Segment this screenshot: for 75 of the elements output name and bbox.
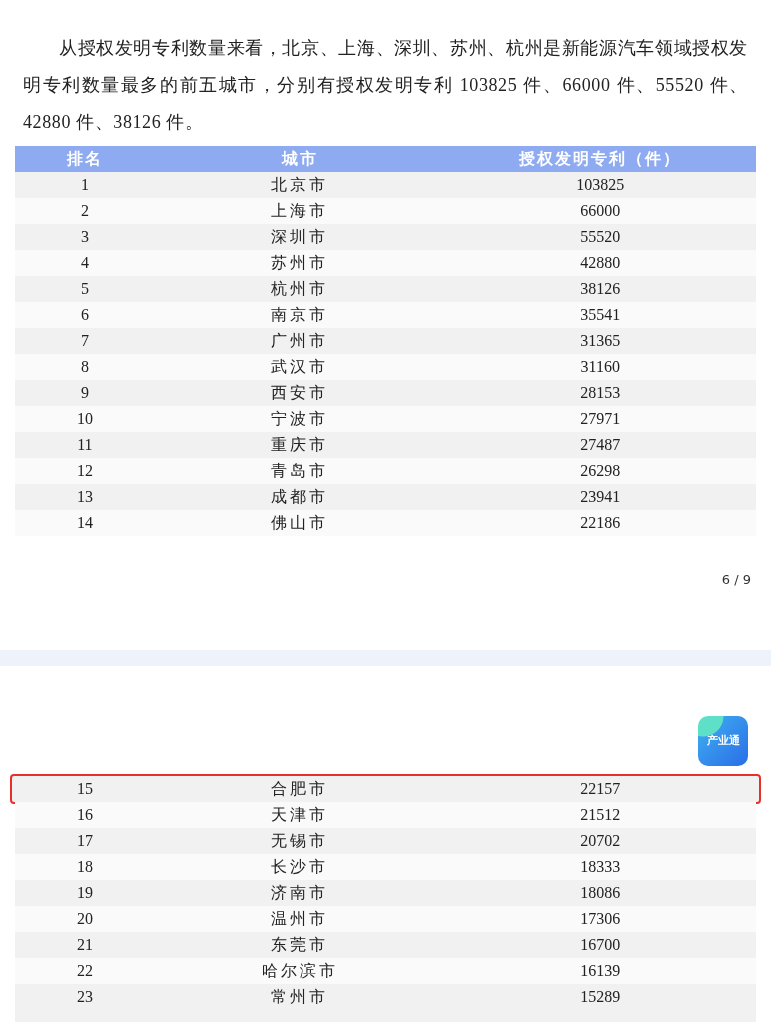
- table-cell-text: 广州市: [270, 331, 330, 351]
- table-cell-text: 10: [75, 409, 94, 429]
- table-cell-text: 66000: [579, 201, 622, 221]
- table-cell-text: 17: [75, 831, 94, 851]
- table-cell-text: 9: [79, 383, 90, 403]
- table-cell-text: 28153: [579, 383, 622, 403]
- table-cell-text: 南京市: [270, 305, 330, 325]
- table-cell-text: 22186: [579, 513, 622, 533]
- table-cell-text: 13: [75, 487, 94, 507]
- table-cell-text: 18333: [579, 857, 622, 877]
- table-cell-text: 上海市: [270, 201, 330, 221]
- table-cell-text: 35541: [579, 305, 622, 325]
- table-cell-text: 8: [79, 357, 90, 377]
- table-cell-text: 23: [75, 987, 94, 1007]
- table-cell-text: 42880: [579, 253, 622, 273]
- paragraph: 从授权发明专利数量来看，北京、上海、深圳、苏州、杭州是新能源汽车领域授权发明专利数量最多的前五城市，分别有授权发明专利 103825 件、66000 件、55520 件、42880 件、38126 件。: [22, 37, 749, 134]
- column-header: 授权发明专利（件）: [518, 149, 683, 169]
- page-number: 6 / 9: [721, 571, 751, 589]
- table-cell-text: 38126: [579, 279, 622, 299]
- table-cell-text: 1: [79, 175, 90, 195]
- table-cell-text: 常州市: [270, 987, 330, 1007]
- table-cell-text: 4: [79, 253, 90, 273]
- table-cell-text: 深圳市: [270, 227, 330, 247]
- app-logo-text: 产业通: [706, 732, 740, 749]
- table-cell-text: 3: [79, 227, 90, 247]
- table-cell-text: 长沙市: [270, 857, 330, 877]
- table-cell-text: 无锡市: [270, 831, 330, 851]
- table-cell-text: 2: [79, 201, 90, 221]
- table-cell-text: 宁波市: [270, 409, 330, 429]
- table-cell-text: 成都市: [270, 487, 330, 507]
- table-cell-text: 21512: [579, 805, 622, 825]
- table-cell-text: 北京市: [270, 175, 330, 195]
- table-cell-text: 哈尔滨市: [260, 961, 339, 981]
- table-cell-text: 23941: [579, 487, 622, 507]
- table-cell-text: 西安市: [270, 383, 330, 403]
- table-cell-text: 16700: [579, 935, 622, 955]
- table-cell-text: 苏州市: [270, 253, 330, 273]
- table-cell-text: 16: [75, 805, 94, 825]
- table-cell-text: 31160: [579, 357, 621, 377]
- table-cell-text: 21: [75, 935, 94, 955]
- table-cell-text: 20: [75, 909, 94, 929]
- table-cell-text: 重庆市: [270, 435, 330, 455]
- table-cell-text: 济南市: [270, 883, 330, 903]
- column-header: 城市: [280, 149, 319, 169]
- table-cell-text: 天津市: [270, 805, 330, 825]
- table-cell-text: 22: [75, 961, 94, 981]
- table-cell-text: 东莞市: [270, 935, 330, 955]
- table-cell-text: 12: [75, 461, 94, 481]
- table-cell-text: 18: [75, 857, 94, 877]
- table-cell-text: 温州市: [270, 909, 330, 929]
- table-cell-text: 6: [79, 305, 90, 325]
- table-cell-text: 20702: [579, 831, 622, 851]
- table-cell-text: 31365: [579, 331, 622, 351]
- table-cell-text: 55520: [579, 227, 622, 247]
- table-cell-text: 103825: [575, 175, 626, 195]
- table-cell-text: 18086: [579, 883, 622, 903]
- table-cell-text: 佛山市: [270, 513, 330, 533]
- table-cell-text: 武汉市: [270, 357, 330, 377]
- table-cell-text: 14: [75, 513, 94, 533]
- table-cell-text: 27487: [579, 435, 622, 455]
- table-cell-text: 5: [79, 279, 90, 299]
- column-header: 排名: [65, 149, 104, 169]
- table-cell-text: 合肥市: [270, 779, 330, 799]
- table-cell-text: 15: [75, 779, 94, 799]
- table-cell-text: 19: [75, 883, 94, 903]
- table-cell-text: 杭州市: [270, 279, 330, 299]
- table-cell-text: 7: [79, 331, 90, 351]
- table-cell-text: 11: [76, 435, 94, 455]
- table-cell-text: 16139: [579, 961, 622, 981]
- table-cell-text: 青岛市: [270, 461, 330, 481]
- table-cell-text: 22157: [579, 779, 622, 799]
- table-cell-text: 17306: [579, 909, 622, 929]
- table-cell-text: 27971: [579, 409, 622, 429]
- table-cell-text: 15289: [579, 987, 622, 1007]
- table-cell-text: 26298: [579, 461, 622, 481]
